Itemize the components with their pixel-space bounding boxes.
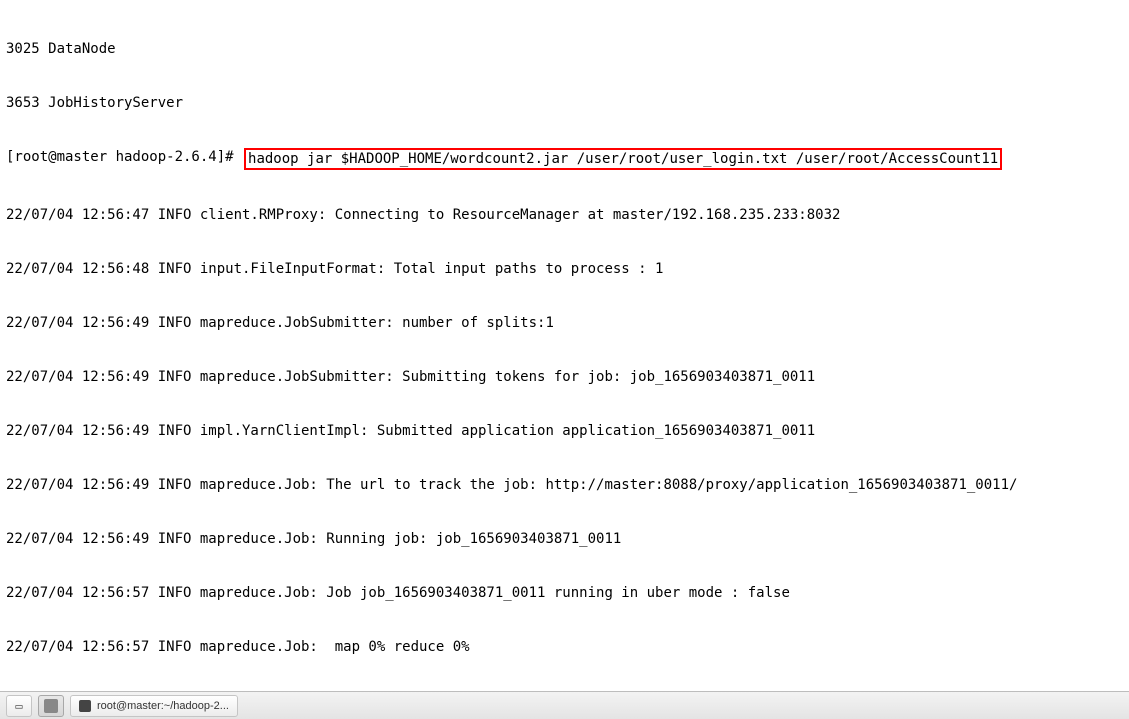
- terminal-line: 22/07/04 12:56:49 INFO mapreduce.Job: Th…: [6, 476, 1123, 494]
- terminal-line: 22/07/04 12:56:49 INFO impl.YarnClientIm…: [6, 422, 1123, 440]
- prompt-line: [root@master hadoop-2.6.4]# hadoop jar $…: [6, 148, 1123, 170]
- terminal-line: 22/07/04 12:56:49 INFO mapreduce.Job: Ru…: [6, 530, 1123, 548]
- show-desktop-button[interactable]: ▭: [6, 695, 32, 717]
- desktop-icon: ▭: [15, 697, 22, 715]
- taskbar-window-entry[interactable]: root@master:~/hadoop-2...: [70, 695, 238, 717]
- command-highlight: hadoop jar $HADOOP_HOME/wordcount2.jar /…: [244, 148, 1002, 170]
- terminal-line: 22/07/04 12:56:49 INFO mapreduce.JobSubm…: [6, 314, 1123, 332]
- terminal-line: 3653 JobHistoryServer: [6, 94, 1123, 112]
- shell-prompt: [root@master hadoop-2.6.4]#: [6, 148, 242, 170]
- terminal-line: 22/07/04 12:56:47 INFO client.RMProxy: C…: [6, 206, 1123, 224]
- terminal-window-icon: [79, 700, 91, 712]
- taskbar: ▭ root@master:~/hadoop-2...: [0, 691, 1129, 719]
- terminal-output[interactable]: 3025 DataNode 3653 JobHistoryServer [roo…: [0, 0, 1129, 691]
- terminal-icon: [44, 699, 58, 713]
- terminal-line: 22/07/04 12:56:57 INFO mapreduce.Job: ma…: [6, 638, 1123, 656]
- terminal-line: 22/07/04 12:56:49 INFO mapreduce.JobSubm…: [6, 368, 1123, 386]
- terminal-taskbar-button[interactable]: [38, 695, 64, 717]
- terminal-line: 22/07/04 12:56:57 INFO mapreduce.Job: Jo…: [6, 584, 1123, 602]
- terminal-line: 3025 DataNode: [6, 40, 1123, 58]
- terminal-line: 22/07/04 12:56:48 INFO input.FileInputFo…: [6, 260, 1123, 278]
- taskbar-window-title: root@master:~/hadoop-2...: [97, 697, 229, 715]
